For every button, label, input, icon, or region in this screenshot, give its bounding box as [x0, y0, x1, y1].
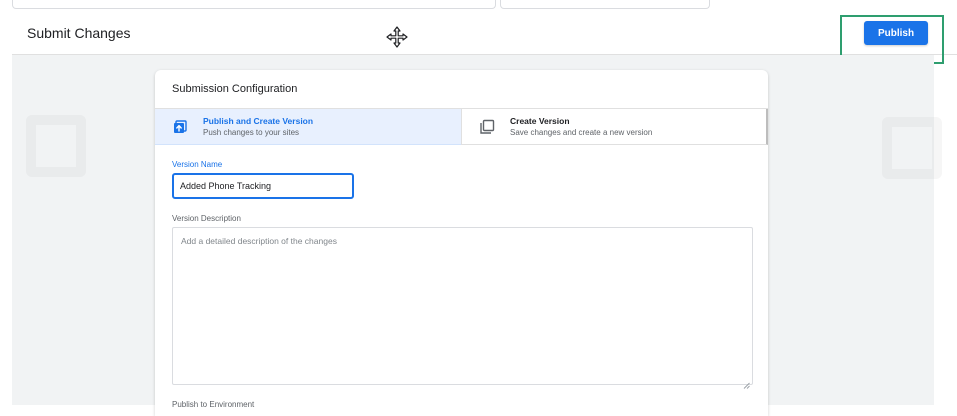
page-title: Submit Changes: [27, 25, 131, 41]
tab-create-version[interactable]: Create Version Save changes and create a…: [461, 109, 768, 145]
resize-handle-icon[interactable]: [743, 376, 750, 389]
header-bar: Submit Changes Publish: [12, 12, 957, 64]
version-name-input[interactable]: [172, 173, 354, 199]
tab-description: Save changes and create a new version: [510, 128, 653, 137]
top-field-remnant: [12, 0, 496, 9]
version-description-label: Version Description: [172, 214, 241, 223]
card-title: Submission Configuration: [172, 83, 298, 95]
publish-environment-label: Publish to Environment: [172, 400, 255, 409]
tab-description: Push changes to your sites: [203, 128, 300, 137]
top-field-remnant-2: [500, 0, 710, 9]
tab-label: Create Version: [510, 116, 570, 126]
tab-label: Publish and Create Version: [203, 116, 314, 126]
watermark-logo: [26, 115, 86, 177]
tab-publish-and-create-version[interactable]: Publish and Create Version Push changes …: [155, 109, 461, 145]
version-description-input[interactable]: [172, 227, 753, 385]
version-name-label: Version Name: [172, 160, 223, 169]
move-cursor-icon: [386, 26, 408, 48]
copy-version-icon: [479, 119, 495, 135]
page: Submit Changes Publish 千奇网 MIUMIRO.COM S…: [0, 0, 957, 416]
publish-upload-icon: [172, 119, 188, 135]
publish-button[interactable]: Publish: [864, 21, 928, 45]
submission-configuration-card: Submission Configuration Publish and Cre…: [155, 70, 768, 416]
watermark-logo: [882, 117, 942, 179]
